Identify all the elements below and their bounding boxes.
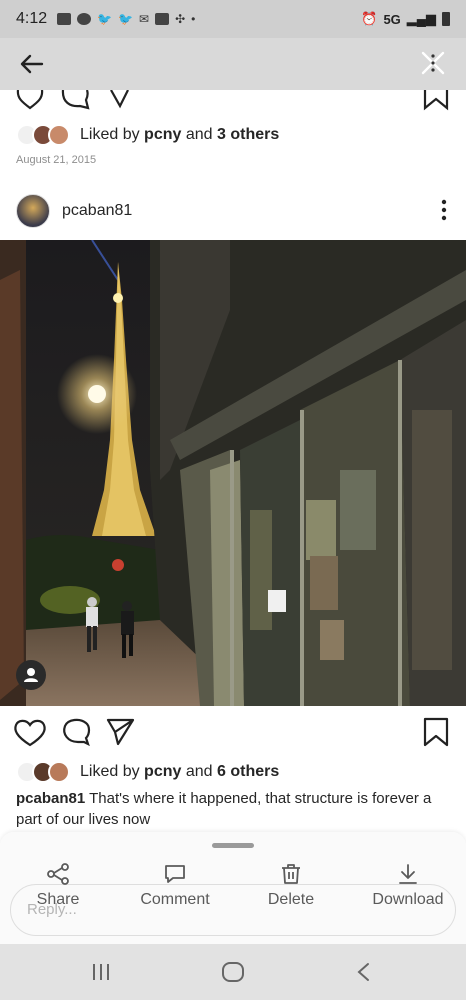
photo-icon	[155, 13, 170, 25]
liked-user[interactable]: pcny	[144, 763, 181, 781]
avatar	[48, 761, 70, 783]
download-button[interactable]: Download	[358, 862, 458, 909]
avatar[interactable]	[16, 194, 50, 228]
twitter-icon: 🐦	[118, 12, 134, 26]
likes-prefix: Liked by	[80, 126, 140, 143]
message-icon	[57, 13, 72, 25]
liker-avatars	[16, 124, 74, 146]
download-label: Download	[372, 891, 444, 908]
viewer-toolbar	[0, 38, 466, 90]
system-nav-bar	[0, 944, 466, 1000]
network-label: 5G	[383, 11, 401, 27]
signal-icon: ▂▄▆	[406, 11, 436, 26]
bookmark-icon[interactable]	[423, 90, 449, 111]
caption-username[interactable]: pcaban81	[16, 790, 85, 807]
share-sheet: Reply... Share Comment Delete Download	[0, 832, 466, 944]
eiffel-tower-street-photo	[0, 240, 466, 706]
comment-icon[interactable]	[61, 90, 90, 110]
avatar	[48, 124, 70, 146]
sheet-drag-handle[interactable]	[212, 843, 254, 848]
share-icon	[47, 863, 69, 885]
send-icon[interactable]	[106, 718, 135, 746]
liked-user[interactable]: pcny	[144, 126, 181, 144]
share-button[interactable]: Share	[8, 862, 108, 909]
person-icon	[24, 668, 38, 682]
comment-icon	[165, 865, 185, 883]
back-arrow-icon[interactable]	[18, 50, 46, 78]
twitter-icon: 🐦	[97, 12, 113, 26]
gmail-icon: ✉	[139, 12, 150, 26]
recent-apps-icon[interactable]	[93, 964, 109, 980]
slack-icon: ✣	[175, 12, 186, 26]
app-icon	[77, 13, 92, 25]
post-header: pcaban81	[0, 190, 466, 234]
back-icon[interactable]	[357, 963, 369, 981]
comment-button[interactable]: Comment	[125, 862, 225, 909]
delete-button[interactable]: Delete	[241, 862, 341, 909]
battery-icon	[442, 12, 450, 26]
comment-icon[interactable]	[63, 718, 91, 747]
post-likes[interactable]: Liked by pcny and 6 others	[16, 761, 279, 783]
likes-joiner: and	[185, 126, 213, 143]
bookmark-icon[interactable]	[423, 717, 449, 747]
previous-post-actions	[0, 90, 466, 112]
previous-post-likes[interactable]: Liked by pcny and 3 others	[16, 124, 279, 146]
post-actions	[0, 714, 466, 750]
post-caption: pcaban81 That's where it happened, that …	[16, 788, 456, 830]
post-username[interactable]: pcaban81	[62, 202, 132, 220]
likes-prefix: Liked by	[80, 763, 140, 780]
home-icon[interactable]	[222, 962, 244, 982]
likes-joiner: and	[185, 763, 213, 780]
likes-others[interactable]: 3 others	[217, 126, 279, 144]
send-icon[interactable]	[110, 90, 129, 109]
heart-icon[interactable]	[16, 90, 44, 110]
alarm-icon: ⏰	[361, 11, 378, 26]
more-dot-icon: •	[191, 12, 196, 26]
likes-others[interactable]: 6 others	[217, 763, 279, 781]
liker-avatars	[16, 761, 74, 783]
notification-icons: 🐦 🐦 ✉ ✣ •	[57, 12, 195, 26]
tagged-people-button[interactable]	[16, 660, 46, 690]
share-label: Share	[36, 891, 80, 908]
status-bar: 4:12 🐦 🐦 ✉ ✣ • ⏰ 5G ▂▄▆	[0, 0, 466, 38]
close-icon[interactable]	[418, 48, 448, 78]
more-options-icon[interactable]	[440, 198, 448, 222]
post-photo[interactable]	[0, 240, 466, 706]
status-time: 4:12	[16, 10, 48, 27]
trash-icon	[282, 864, 300, 884]
delete-label: Delete	[267, 891, 315, 908]
download-icon	[399, 864, 417, 884]
post-date: August 21, 2015	[16, 154, 97, 166]
heart-icon[interactable]	[14, 719, 46, 747]
comment-label: Comment	[140, 891, 210, 908]
